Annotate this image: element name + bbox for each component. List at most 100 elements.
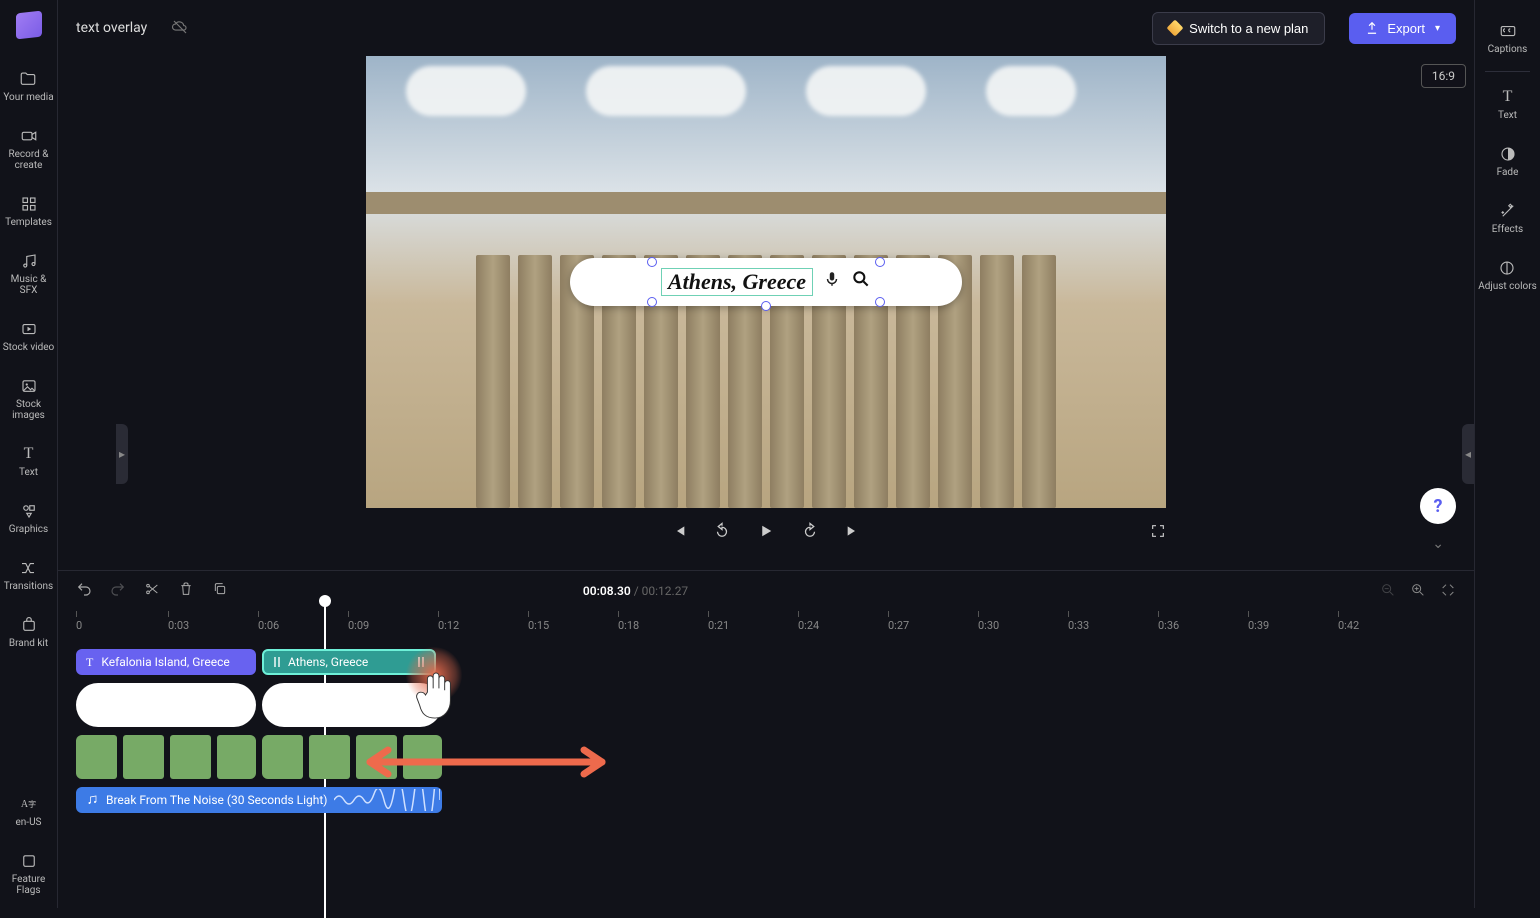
ruler-tick[interactable]: 0	[76, 611, 82, 632]
selection-handles[interactable]	[570, 258, 962, 306]
sidebar-item-language[interactable]: A字 en-US	[13, 783, 43, 840]
play-button[interactable]	[757, 522, 775, 544]
text-icon: T	[20, 445, 38, 463]
current-time: 00:08.30	[583, 584, 631, 598]
skip-back-button[interactable]	[671, 523, 687, 543]
zoom-out-button[interactable]	[1380, 582, 1396, 601]
sidebar-item-transitions[interactable]: Transitions	[2, 547, 55, 604]
sidebar-item-label: Stock video	[3, 342, 55, 353]
captions-icon	[1499, 22, 1517, 40]
chevron-down-icon: ▾	[1435, 23, 1440, 34]
sidebar-item-templates[interactable]: Templates	[3, 183, 54, 240]
search-bar-overlay[interactable]: Athens, Greece	[570, 258, 962, 306]
ruler-tick-label: 0:27	[888, 619, 909, 632]
video-clip-1[interactable]	[76, 735, 256, 779]
drag-handle-right-icon[interactable]	[418, 657, 424, 667]
sidebar-item-label: Your media	[3, 92, 53, 103]
panel-collapse-icon[interactable]: ⌄	[1432, 536, 1444, 552]
ruler-tick-label: 0:21	[708, 619, 729, 632]
sidebar-item-fade[interactable]: Fade	[1495, 133, 1521, 190]
ruler-tick-label: 0:39	[1248, 619, 1269, 632]
sidebar-item-feature-flags[interactable]: Feature Flags	[0, 840, 57, 908]
ruler-tick[interactable]: 0:39	[1248, 611, 1269, 632]
video-track[interactable]	[76, 735, 1456, 779]
split-button[interactable]	[144, 581, 160, 601]
sidebar-item-stock-images[interactable]: Stock images	[0, 365, 57, 433]
zoom-in-button[interactable]	[1410, 582, 1426, 601]
ruler-tick-label: 0:42	[1338, 619, 1359, 632]
skip-forward-button[interactable]	[845, 523, 861, 543]
ruler-tick-label: 0:15	[528, 619, 549, 632]
text-clip-athens[interactable]: Athens, Greece	[262, 649, 436, 675]
timeline-ruler[interactable]: 0 0:03 0:06 0:09 0:12 0:15 0:18 0:21 0:24 0:27 0:3…	[76, 611, 1474, 639]
shape-track[interactable]	[76, 683, 1456, 727]
brandkit-icon	[20, 616, 38, 634]
sidebar-right: Captions T Text Fade Effects Adjust colo…	[1474, 0, 1540, 908]
text-track[interactable]: T Kefalonia Island, Greece Athens, Greec…	[76, 649, 1456, 675]
drag-handle-left-icon[interactable]	[274, 657, 280, 667]
collapse-right-panel[interactable]: ◂	[1462, 424, 1474, 484]
delete-button[interactable]	[178, 581, 194, 601]
sidebar-item-text[interactable]: T Text	[17, 433, 40, 490]
forward-button[interactable]	[801, 522, 819, 544]
sidebar-item-music[interactable]: Music & SFX	[0, 240, 57, 308]
switch-plan-button[interactable]: Switch to a new plan	[1152, 12, 1325, 45]
export-button[interactable]: Export ▾	[1349, 13, 1456, 44]
ruler-tick[interactable]: 0:06	[258, 611, 279, 632]
ruler-tick[interactable]: 0:24	[798, 611, 819, 632]
sidebar-item-label: Music & SFX	[2, 274, 55, 296]
zoom-controls	[1380, 582, 1456, 601]
ruler-tick-label: 0:30	[978, 619, 999, 632]
clip-label: Athens, Greece	[288, 655, 368, 669]
ruler-tick[interactable]: 0:09	[348, 611, 369, 632]
help-button[interactable]: ?	[1420, 488, 1456, 524]
rewind-button[interactable]	[713, 522, 731, 544]
fit-button[interactable]	[1440, 582, 1456, 601]
ruler-tick[interactable]: 0:42	[1338, 611, 1359, 632]
undo-button[interactable]	[76, 581, 92, 601]
sidebar-item-label: Templates	[5, 217, 52, 228]
ruler-tick-label: 0	[76, 619, 82, 632]
text-icon: T	[1499, 88, 1517, 106]
flags-icon	[20, 852, 38, 870]
audio-clip[interactable]: Break From The Noise (30 Seconds Light)	[76, 787, 442, 813]
app-logo[interactable]	[16, 11, 42, 40]
ruler-tick[interactable]: 0:30	[978, 611, 999, 632]
sidebar-item-adjust-colors[interactable]: Adjust colors	[1476, 247, 1539, 304]
ruler-tick[interactable]: 0:33	[1068, 611, 1089, 632]
fade-icon	[1499, 145, 1517, 163]
temple-graphic	[366, 192, 1166, 508]
expand-left-panel[interactable]: ▸	[116, 424, 128, 484]
sidebar-item-captions[interactable]: Captions	[1486, 10, 1530, 67]
text-clip-kefalonia[interactable]: T Kefalonia Island, Greece	[76, 649, 256, 675]
ruler-tick[interactable]: 0:15	[528, 611, 549, 632]
folder-icon	[19, 70, 37, 88]
ruler-tick[interactable]: 0:18	[618, 611, 639, 632]
redo-button[interactable]	[110, 581, 126, 601]
shape-clip-1[interactable]	[76, 683, 256, 727]
aspect-ratio-badge[interactable]: 16:9	[1421, 64, 1466, 88]
canvas[interactable]: Athens, Greece	[366, 56, 1166, 508]
sidebar-item-record[interactable]: Record & create	[0, 115, 57, 183]
cloud-sync-off-icon[interactable]	[171, 18, 189, 39]
sidebar-item-stock-video[interactable]: Stock video	[1, 308, 57, 365]
ruler-tick[interactable]: 0:27	[888, 611, 909, 632]
fullscreen-button[interactable]	[1150, 523, 1166, 543]
sidebar-item-label: Transitions	[4, 581, 53, 592]
sidebar-item-graphics[interactable]: Graphics	[7, 490, 50, 547]
duplicate-button[interactable]	[212, 581, 228, 601]
music-note-icon	[86, 794, 98, 806]
sidebar-item-rtext[interactable]: T Text	[1496, 76, 1519, 133]
ruler-tick[interactable]: 0:21	[708, 611, 729, 632]
text-icon: T	[86, 655, 93, 670]
ruler-tick[interactable]: 0:12	[438, 611, 459, 632]
sidebar-item-label: Brand kit	[9, 638, 48, 649]
sidebar-item-your-media[interactable]: Your media	[1, 58, 55, 115]
sidebar-item-brand-kit[interactable]: Brand kit	[7, 604, 50, 661]
audio-track[interactable]: Break From The Noise (30 Seconds Light)	[76, 787, 1456, 813]
sidebar-left: Your media Record & create Templates Mus…	[0, 0, 58, 908]
project-title[interactable]: text overlay	[76, 20, 147, 36]
sidebar-item-effects[interactable]: Effects	[1490, 190, 1525, 247]
ruler-tick[interactable]: 0:36	[1158, 611, 1179, 632]
ruler-tick[interactable]: 0:03	[168, 611, 189, 632]
